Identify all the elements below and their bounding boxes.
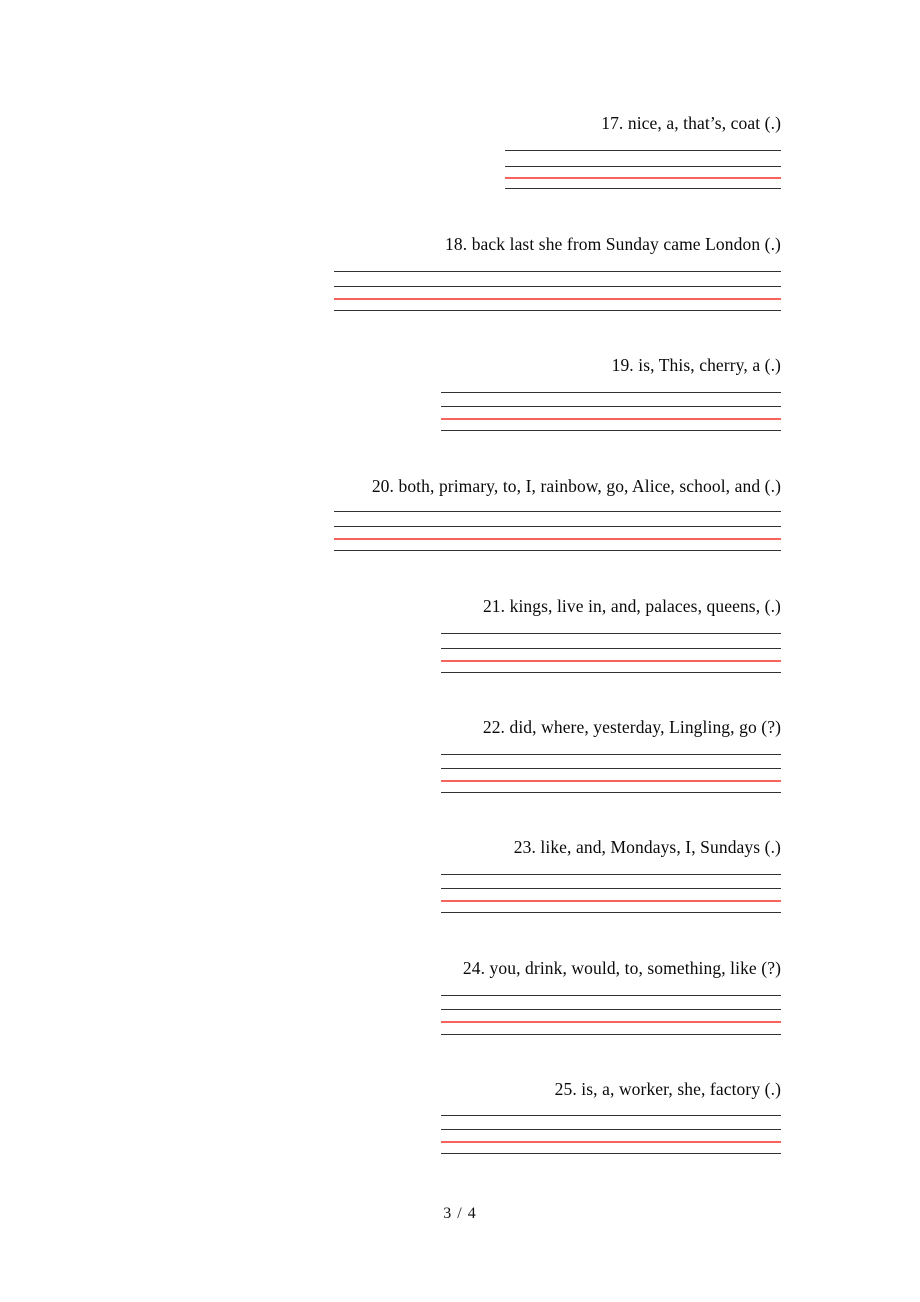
exercise-prompt: 23. like, and, Mondays, I, Sundays (.) — [513, 837, 781, 857]
answer-line-black[interactable] — [505, 150, 781, 151]
answer-line-black[interactable] — [441, 1115, 781, 1116]
answer-line-black[interactable] — [441, 768, 781, 769]
answer-line-red[interactable] — [441, 1021, 781, 1023]
answer-line-black[interactable] — [441, 1129, 781, 1130]
answer-line-red[interactable] — [334, 538, 781, 540]
answer-line-black[interactable] — [441, 1009, 781, 1010]
exercise-prompt: 19. is, This, cherry, a (.) — [611, 355, 781, 375]
answer-line-black[interactable] — [441, 792, 781, 793]
answer-line-red[interactable] — [441, 1141, 781, 1143]
answer-line-black[interactable] — [334, 271, 781, 272]
answer-line-black[interactable] — [441, 995, 781, 996]
answer-line-black[interactable] — [505, 188, 781, 189]
answer-line-red[interactable] — [441, 900, 781, 902]
answer-line-black[interactable] — [441, 1034, 781, 1035]
exercise-prompt: 17. nice, a, that’s, coat (.) — [601, 113, 781, 133]
answer-line-black[interactable] — [441, 392, 781, 393]
answer-line-black[interactable] — [441, 874, 781, 875]
answer-line-black[interactable] — [441, 754, 781, 755]
answer-line-black[interactable] — [441, 633, 781, 634]
answer-line-black[interactable] — [441, 406, 781, 407]
answer-line-black[interactable] — [505, 166, 781, 167]
answer-line-black[interactable] — [441, 430, 781, 431]
answer-line-red[interactable] — [505, 177, 781, 179]
answer-line-red[interactable] — [441, 780, 781, 782]
answer-line-black[interactable] — [334, 286, 781, 287]
answer-line-black[interactable] — [441, 1153, 781, 1154]
answer-line-black[interactable] — [334, 310, 781, 311]
answer-line-red[interactable] — [441, 660, 781, 662]
answer-line-black[interactable] — [334, 511, 781, 512]
page-number-footer: 3 / 4 — [443, 1205, 477, 1222]
exercise-prompt: 22. did, where, yesterday, Lingling, go … — [482, 717, 781, 737]
answer-line-black[interactable] — [334, 550, 781, 551]
answer-line-black[interactable] — [441, 648, 781, 649]
answer-line-red[interactable] — [334, 298, 781, 300]
worksheet-page: 17. nice, a, that’s, coat (.) 18. back la… — [0, 0, 920, 1302]
answer-line-black[interactable] — [441, 888, 781, 889]
answer-line-black[interactable] — [441, 672, 781, 673]
exercise-prompt: 24. you, drink, would, to, something, li… — [462, 958, 781, 978]
answer-line-black[interactable] — [441, 912, 781, 913]
exercise-prompt: 20. both, primary, to, I, rainbow, go, A… — [371, 476, 781, 496]
exercise-prompt: 25. is, a, worker, she, factory (.) — [554, 1079, 781, 1099]
exercise-prompt: 21. kings, live in, and, palaces, queens… — [482, 596, 781, 616]
answer-line-red[interactable] — [441, 418, 781, 420]
answer-line-black[interactable] — [334, 526, 781, 527]
exercise-prompt: 18. back last she from Sunday came Londo… — [445, 234, 781, 254]
